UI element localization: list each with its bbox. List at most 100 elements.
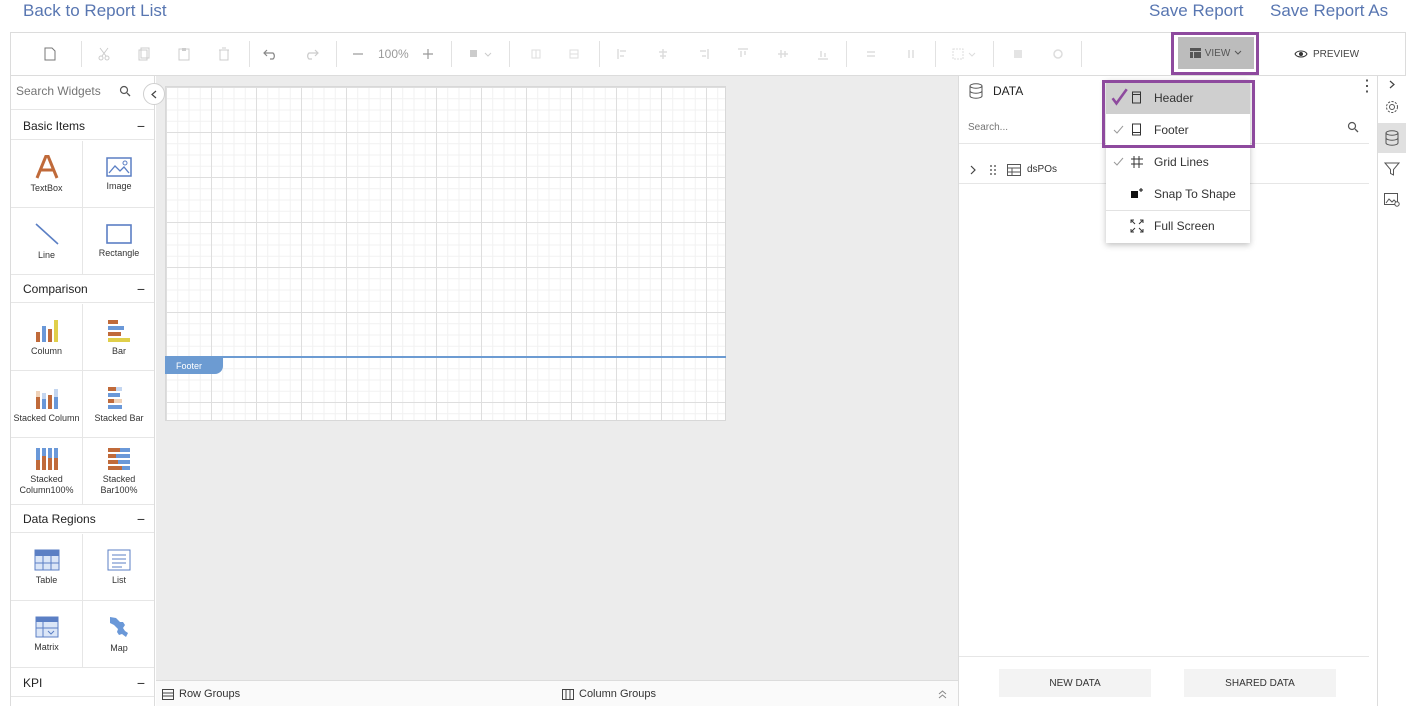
- widget-bar[interactable]: Bar: [83, 304, 154, 371]
- widget-stacked-column100[interactable]: Stacked Column100%: [11, 438, 83, 505]
- paste-icon[interactable]: [171, 33, 197, 75]
- zoom-in-icon[interactable]: [416, 33, 440, 75]
- save-report-as-link[interactable]: Save Report As: [1270, 1, 1388, 21]
- send-back-icon[interactable]: [1046, 33, 1070, 75]
- section-title: Data Regions: [23, 512, 96, 526]
- section-title: KPI: [23, 676, 43, 690]
- search-icon[interactable]: [119, 85, 131, 97]
- widget-column[interactable]: Column: [11, 304, 83, 371]
- zoom-out-icon[interactable]: [346, 33, 370, 75]
- toolbar-separator: [599, 41, 600, 67]
- collapse-minus-icon[interactable]: −: [137, 669, 145, 697]
- column-groups-icon: [562, 688, 574, 700]
- widget-label: TextBox: [30, 182, 63, 193]
- gear-icon: [1386, 101, 1398, 113]
- widget-stacked-bar[interactable]: Stacked Bar: [83, 371, 154, 438]
- widget-stacked-bar100[interactable]: Stacked Bar100%: [83, 438, 154, 505]
- list-icon: [107, 549, 131, 570]
- rail-data[interactable]: [1378, 123, 1406, 153]
- same-height-icon[interactable]: [899, 33, 923, 75]
- layout-grid-icon[interactable]: [949, 33, 981, 75]
- snap-icon: [1131, 188, 1143, 198]
- toolbar-separator: [935, 41, 936, 67]
- back-to-report-list-link[interactable]: Back to Report List: [23, 1, 167, 21]
- image-settings-icon: [1384, 193, 1400, 207]
- widget-label: List: [111, 574, 126, 585]
- row-groups-button[interactable]: Row Groups: [162, 681, 240, 707]
- new-data-button[interactable]: NEW DATA: [999, 669, 1151, 697]
- align-right-icon[interactable]: [691, 33, 715, 75]
- shared-data-button[interactable]: SHARED DATA: [1184, 669, 1336, 697]
- widget-textbox[interactable]: TextBox: [11, 141, 83, 208]
- drag-handle-icon[interactable]: [989, 164, 997, 176]
- menu-item-grid-lines[interactable]: Grid Lines: [1106, 146, 1250, 178]
- data-panel-title: DATA: [969, 83, 1023, 99]
- widget-line[interactable]: Line: [11, 208, 83, 275]
- grid-icon: [1131, 156, 1143, 168]
- distribute-icon[interactable]: [562, 33, 586, 75]
- more-options-icon[interactable]: ⋮: [1359, 79, 1375, 95]
- widget-map[interactable]: Map: [83, 601, 154, 668]
- section-header-basic-items[interactable]: Basic Items −: [11, 112, 154, 140]
- widget-list[interactable]: List: [83, 534, 154, 601]
- widget-search-input[interactable]: [16, 84, 126, 98]
- section-header-kpi[interactable]: KPI −: [11, 669, 154, 697]
- footer-divider[interactable]: [165, 356, 726, 358]
- align-left-icon[interactable]: [611, 33, 635, 75]
- widget-matrix[interactable]: Matrix: [11, 601, 83, 668]
- zoom-level[interactable]: 100%: [378, 33, 409, 75]
- widget-table[interactable]: Table: [11, 534, 83, 601]
- align-center-icon[interactable]: [651, 33, 675, 75]
- widget-label: Column: [30, 345, 62, 356]
- chevron-right-icon[interactable]: [970, 165, 977, 175]
- widget-stacked-column[interactable]: Stacked Column: [11, 371, 83, 438]
- new-file-icon[interactable]: [37, 33, 63, 75]
- undo-icon[interactable]: [258, 33, 284, 75]
- copy-icon[interactable]: [131, 33, 157, 75]
- column-groups-button[interactable]: Column Groups: [562, 681, 656, 707]
- row-groups-label: Row Groups: [179, 688, 241, 700]
- toolbar-separator: [451, 41, 452, 67]
- align-top-icon[interactable]: [731, 33, 755, 75]
- bar-chart-icon: [108, 319, 130, 342]
- expand-rail-button[interactable]: [1378, 76, 1406, 92]
- collapse-minus-icon[interactable]: −: [137, 112, 145, 140]
- collapse-panel-button[interactable]: [143, 83, 165, 105]
- same-width-icon[interactable]: [859, 33, 883, 75]
- collapse-minus-icon[interactable]: −: [137, 505, 145, 533]
- save-report-link[interactable]: Save Report: [1149, 1, 1244, 21]
- rail-image-manager[interactable]: [1378, 185, 1406, 215]
- section-header-comparison[interactable]: Comparison −: [11, 275, 154, 303]
- cut-icon[interactable]: [91, 33, 117, 75]
- align-icon[interactable]: [524, 33, 548, 75]
- search-icon[interactable]: [1347, 121, 1359, 133]
- expand-groups-button[interactable]: [938, 681, 947, 707]
- section-header-data-regions[interactable]: Data Regions −: [11, 505, 154, 533]
- eye-icon: [1294, 50, 1308, 58]
- footer-tab[interactable]: Footer: [165, 358, 223, 374]
- fill-color-icon[interactable]: [466, 33, 496, 75]
- redo-icon[interactable]: [298, 33, 324, 75]
- collapse-minus-icon[interactable]: −: [137, 275, 145, 303]
- bring-front-icon[interactable]: [1006, 33, 1030, 75]
- top-links-bar: Back to Report List Save Report Save Rep…: [0, 0, 1406, 32]
- widget-rectangle[interactable]: Rectangle: [83, 208, 154, 275]
- rail-properties[interactable]: [1378, 92, 1406, 122]
- menu-item-full-screen[interactable]: Full Screen: [1106, 210, 1250, 242]
- widget-image[interactable]: Image: [83, 141, 154, 208]
- preview-button[interactable]: PREVIEW: [1294, 33, 1359, 75]
- stacked-column100-icon: [35, 448, 58, 470]
- menu-item-snap-to-shape[interactable]: Snap To Shape: [1106, 178, 1250, 210]
- widget-label: Image: [106, 180, 132, 191]
- align-middle-icon[interactable]: [771, 33, 795, 75]
- align-bottom-icon[interactable]: [811, 33, 835, 75]
- data-panel-footer-divider: [959, 656, 1369, 657]
- delete-icon[interactable]: [211, 33, 237, 75]
- check-icon: [1113, 157, 1124, 166]
- report-design-surface[interactable]: [165, 86, 726, 421]
- filter-icon: [1384, 162, 1400, 176]
- widget-label: Bar: [111, 345, 126, 356]
- rail-filter[interactable]: [1378, 154, 1406, 184]
- toolbar-separator: [993, 41, 994, 67]
- widget-label: Map: [110, 642, 128, 653]
